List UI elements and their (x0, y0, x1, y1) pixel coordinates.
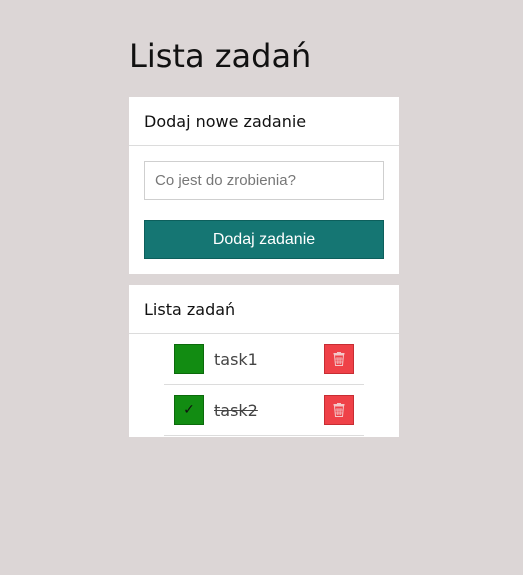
delete-task-button[interactable] (324, 344, 354, 374)
add-task-header: Dodaj nowe zadanie (129, 97, 399, 146)
task-label: task1 (214, 349, 258, 369)
app-container: Lista zadań Dodaj nowe zadanie Dodaj zad… (129, 0, 399, 437)
trash-icon (333, 352, 345, 366)
add-task-card: Dodaj nowe zadanie Dodaj zadanie (129, 97, 399, 274)
task-item: ✓ task2 (164, 385, 364, 436)
task-list-header: Lista zadań (129, 285, 399, 334)
add-task-button[interactable]: Dodaj zadanie (144, 220, 384, 259)
page-title: Lista zadań (129, 37, 312, 75)
trash-icon (333, 403, 345, 417)
task-checkbox[interactable] (174, 344, 204, 374)
task-checkbox-checked[interactable]: ✓ (174, 395, 204, 425)
task-list-card: Lista zadań task1 ✓ task2 (129, 285, 399, 437)
task-label: task2 (214, 400, 258, 420)
add-task-form: Dodaj zadanie (129, 146, 399, 259)
new-task-input[interactable] (144, 161, 384, 200)
task-item: task1 (164, 334, 364, 385)
task-list: task1 ✓ task2 (164, 334, 364, 436)
delete-task-button[interactable] (324, 395, 354, 425)
